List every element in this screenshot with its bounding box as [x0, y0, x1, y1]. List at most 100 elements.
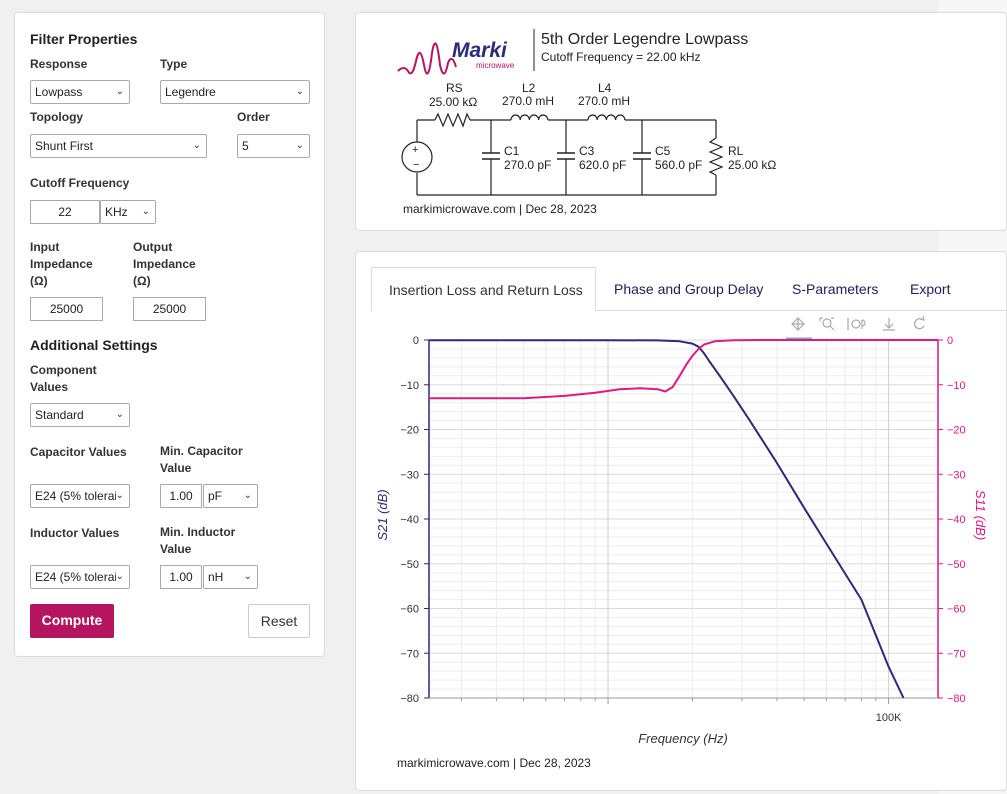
y-tick-label-right: −20: [947, 425, 966, 437]
output-impedance-label-line: (Ω): [133, 274, 151, 288]
min-capacitor-unit-value: pF: [208, 489, 223, 503]
y-tick-label-left: 0: [413, 335, 419, 347]
type-label: Type: [160, 57, 188, 71]
y-tick-label-right: −30: [947, 469, 966, 481]
chevron-down-icon: ⌄: [115, 566, 124, 588]
chart-grid: [428, 339, 939, 699]
capacitor-c5-icon: [633, 152, 651, 160]
cutoff-input[interactable]: 22: [30, 200, 100, 224]
y-tick-label-left: −50: [400, 559, 419, 571]
min-inductor-input[interactable]: 1.00: [160, 565, 202, 589]
min-inductor-label-line: Min. Inductor: [160, 525, 236, 539]
c3-value: 620.0 pF: [579, 158, 626, 172]
topology-select[interactable]: Shunt First ⌄: [30, 134, 207, 158]
y-axis-right-title: S11 (dB): [973, 490, 988, 540]
x-axis-title: Frequency (Hz): [638, 731, 728, 746]
reset-button[interactable]: Reset: [248, 604, 310, 638]
l2-name: L2: [522, 81, 536, 95]
y-tick-label-right: −10: [947, 380, 966, 392]
chevron-down-icon: ⌄: [115, 86, 124, 97]
chevron-down-icon: ⌄: [243, 571, 252, 582]
min-capacitor-label-line: Value: [160, 461, 192, 475]
output-impedance-input[interactable]: 25000: [133, 297, 206, 321]
type-select-value: Legendre: [165, 85, 216, 99]
component-values-label: Component Values: [30, 362, 97, 396]
x-tick-label: 100K: [876, 712, 902, 724]
chevron-down-icon: ⌄: [141, 206, 150, 217]
resistor-rl-icon: [708, 137, 724, 176]
autoscale-icon[interactable]: [847, 318, 866, 330]
response-label: Response: [30, 57, 88, 71]
filter-properties-panel: Filter Properties Response Type Lowpass ⌄…: [14, 12, 325, 657]
rl-value: 25.00 kΩ: [728, 158, 776, 172]
cutoff-label: Cutoff Frequency: [30, 176, 130, 190]
y-axis-left-title: S21 (dB): [375, 489, 390, 540]
input-impedance-label-line: (Ω): [30, 274, 48, 288]
c5-value: 560.0 pF: [655, 158, 702, 172]
move-icon[interactable]: [791, 317, 805, 331]
chevron-down-icon: ⌄: [115, 409, 124, 420]
component-values-select[interactable]: Standard ⌄: [30, 403, 130, 427]
y-tick-label-left: −10: [400, 380, 419, 392]
response-select-value: Lowpass: [35, 85, 83, 99]
c1-value: 270.0 pF: [504, 158, 551, 172]
cutoff-unit-value: KHz: [105, 205, 128, 219]
response-select[interactable]: Lowpass ⌄: [30, 80, 130, 104]
chevron-down-icon: ⌄: [192, 140, 201, 151]
rs-value: 25.00 kΩ: [429, 95, 477, 109]
compute-button[interactable]: Compute: [30, 604, 114, 638]
reset-icon[interactable]: [914, 315, 925, 330]
input-impedance-label-line: Input: [30, 240, 60, 254]
source-plus-icon: +: [412, 144, 418, 156]
logo-wave-icon: [397, 42, 457, 75]
min-inductor-label-line: Value: [160, 542, 192, 556]
capacitor-values-select[interactable]: E24 (5% tolerai ⌄: [30, 484, 130, 508]
min-capacitor-unit-select[interactable]: pF ⌄: [203, 484, 258, 508]
component-values-value: Standard: [35, 408, 84, 422]
input-impedance-input[interactable]: 25000: [30, 297, 103, 321]
y-tick-label-right: 0: [947, 335, 953, 347]
order-select[interactable]: 5 ⌄: [237, 134, 310, 158]
input-impedance-label-line: Impedance: [30, 257, 93, 271]
output-impedance-label-line: Impedance: [133, 257, 196, 271]
input-impedance-label: Input Impedance (Ω): [30, 239, 93, 290]
l4-value: 270.0 mH: [578, 94, 630, 108]
filter-properties-title: Filter Properties: [30, 31, 138, 47]
inductor-l2-icon: [510, 114, 549, 121]
chart-panel: Insertion Loss and Return Loss Phase and…: [355, 251, 1007, 791]
logo-subtext: microwave: [476, 61, 515, 70]
y-tick-label-right: −60: [947, 604, 966, 616]
output-impedance-label-line: Output: [133, 240, 173, 254]
min-capacitor-input[interactable]: 1.00: [160, 484, 202, 508]
resistor-rs-icon: [434, 112, 471, 128]
cutoff-unit-select[interactable]: KHz ⌄: [100, 200, 156, 224]
download-icon[interactable]: [883, 318, 895, 331]
schematic-footer: markimicrowave.com | Dec 28, 2023: [403, 202, 597, 216]
component-values-label-line: Values: [30, 380, 69, 394]
min-inductor-label: Min. Inductor Value: [160, 524, 235, 558]
capacitor-c3-icon: [557, 152, 575, 160]
schematic-panel: Marki microwave 5th Order Legendre Lowpa…: [355, 12, 1007, 231]
y-tick-label-left: −80: [400, 693, 419, 705]
additional-settings-title: Additional Settings: [30, 337, 158, 353]
inductor-values-select[interactable]: E24 (5% tolerai ⌄: [30, 565, 130, 589]
y-tick-label-left: −40: [400, 514, 419, 526]
chart-footer: markimicrowave.com | Dec 28, 2023: [397, 756, 591, 770]
c3-name: C3: [579, 144, 595, 158]
y-tick-label-right: −50: [947, 559, 966, 571]
order-label: Order: [237, 110, 270, 124]
inductor-values-label: Inductor Values: [30, 526, 120, 540]
min-capacitor-label: Min. Capacitor Value: [160, 443, 243, 477]
zoom-icon[interactable]: [819, 317, 835, 331]
min-inductor-unit-select[interactable]: nH ⌄: [203, 565, 258, 589]
component-values-label-line: Component: [30, 363, 97, 377]
inductor-values-value: E24 (5% tolerai: [35, 570, 118, 584]
capacitor-values-label: Capacitor Values: [30, 445, 127, 459]
l2-value: 270.0 mH: [502, 94, 554, 108]
schematic-svg: Marki microwave 5th Order Legendre Lowpa…: [397, 29, 776, 216]
type-select[interactable]: Legendre ⌄: [160, 80, 310, 104]
min-capacitor-label-line: Min. Capacitor: [160, 444, 243, 458]
output-impedance-label: Output Impedance (Ω): [133, 239, 196, 290]
rl-name: RL: [728, 144, 744, 158]
chevron-down-icon: ⌄: [243, 490, 252, 501]
